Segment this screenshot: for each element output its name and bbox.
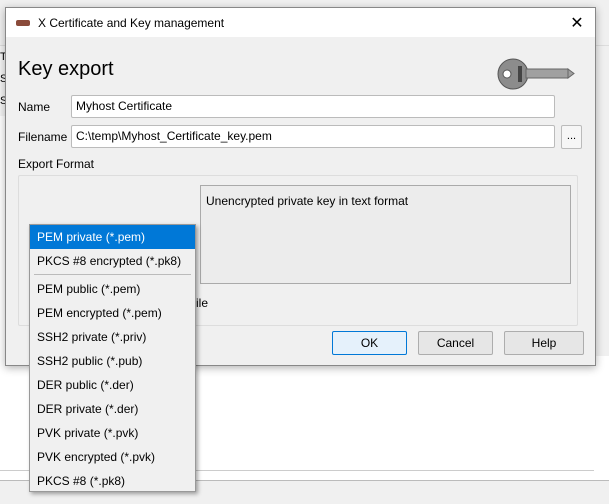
page-title: Key export (18, 58, 114, 80)
dropdown-item-ssh2-public[interactable]: SSH2 public (*.pub) (30, 349, 195, 373)
close-icon[interactable]: ✕ (567, 13, 587, 33)
dropdown-item-der-private[interactable]: DER private (*.der) (30, 397, 195, 421)
export-format-dropdown-list[interactable]: PEM private (*.pem) PKCS #8 encrypted (*… (29, 224, 196, 492)
name-label: Name (18, 100, 51, 114)
dropdown-item-pvk-encrypted[interactable]: PVK encrypted (*.pvk) (30, 445, 195, 469)
background-window-scrollbar (594, 46, 609, 356)
name-input[interactable]: Myhost Certificate (71, 95, 555, 118)
format-description: Unencrypted private key in text format (200, 185, 571, 284)
dropdown-item-pem-private[interactable]: PEM private (*.pem) (30, 225, 195, 249)
ok-button[interactable]: OK (332, 331, 407, 355)
window-title: X Certificate and Key management (38, 15, 225, 30)
dropdown-item-pkcs8[interactable]: PKCS #8 (*.pk8) (30, 469, 195, 493)
help-button[interactable]: Help (504, 331, 584, 355)
browse-button[interactable]: ... (561, 125, 582, 149)
dropdown-item-pem-public[interactable]: PEM public (*.pem) (30, 277, 195, 301)
dropdown-item-ssh2-private[interactable]: SSH2 private (*.priv) (30, 325, 195, 349)
app-icon (16, 19, 30, 26)
dropdown-item-pkcs8-encrypted[interactable]: PKCS #8 encrypted (*.pk8) (30, 249, 195, 273)
dropdown-item-der-public[interactable]: DER public (*.der) (30, 373, 195, 397)
dropdown-separator (34, 274, 191, 275)
cancel-button[interactable]: Cancel (418, 331, 493, 355)
export-format-label: Export Format (18, 157, 95, 171)
filename-input[interactable]: C:\temp\Myhost_Certificate_key.pem (71, 125, 555, 148)
filename-label: Filename (18, 130, 68, 144)
export-to-file-checkbox-label[interactable]: ile (196, 296, 208, 310)
key-icon (497, 58, 575, 90)
title-bar: X Certificate and Key management ✕ (6, 8, 595, 37)
dropdown-item-pem-encrypted[interactable]: PEM encrypted (*.pem) (30, 301, 195, 325)
dropdown-item-pvk-private[interactable]: PVK private (*.pvk) (30, 421, 195, 445)
